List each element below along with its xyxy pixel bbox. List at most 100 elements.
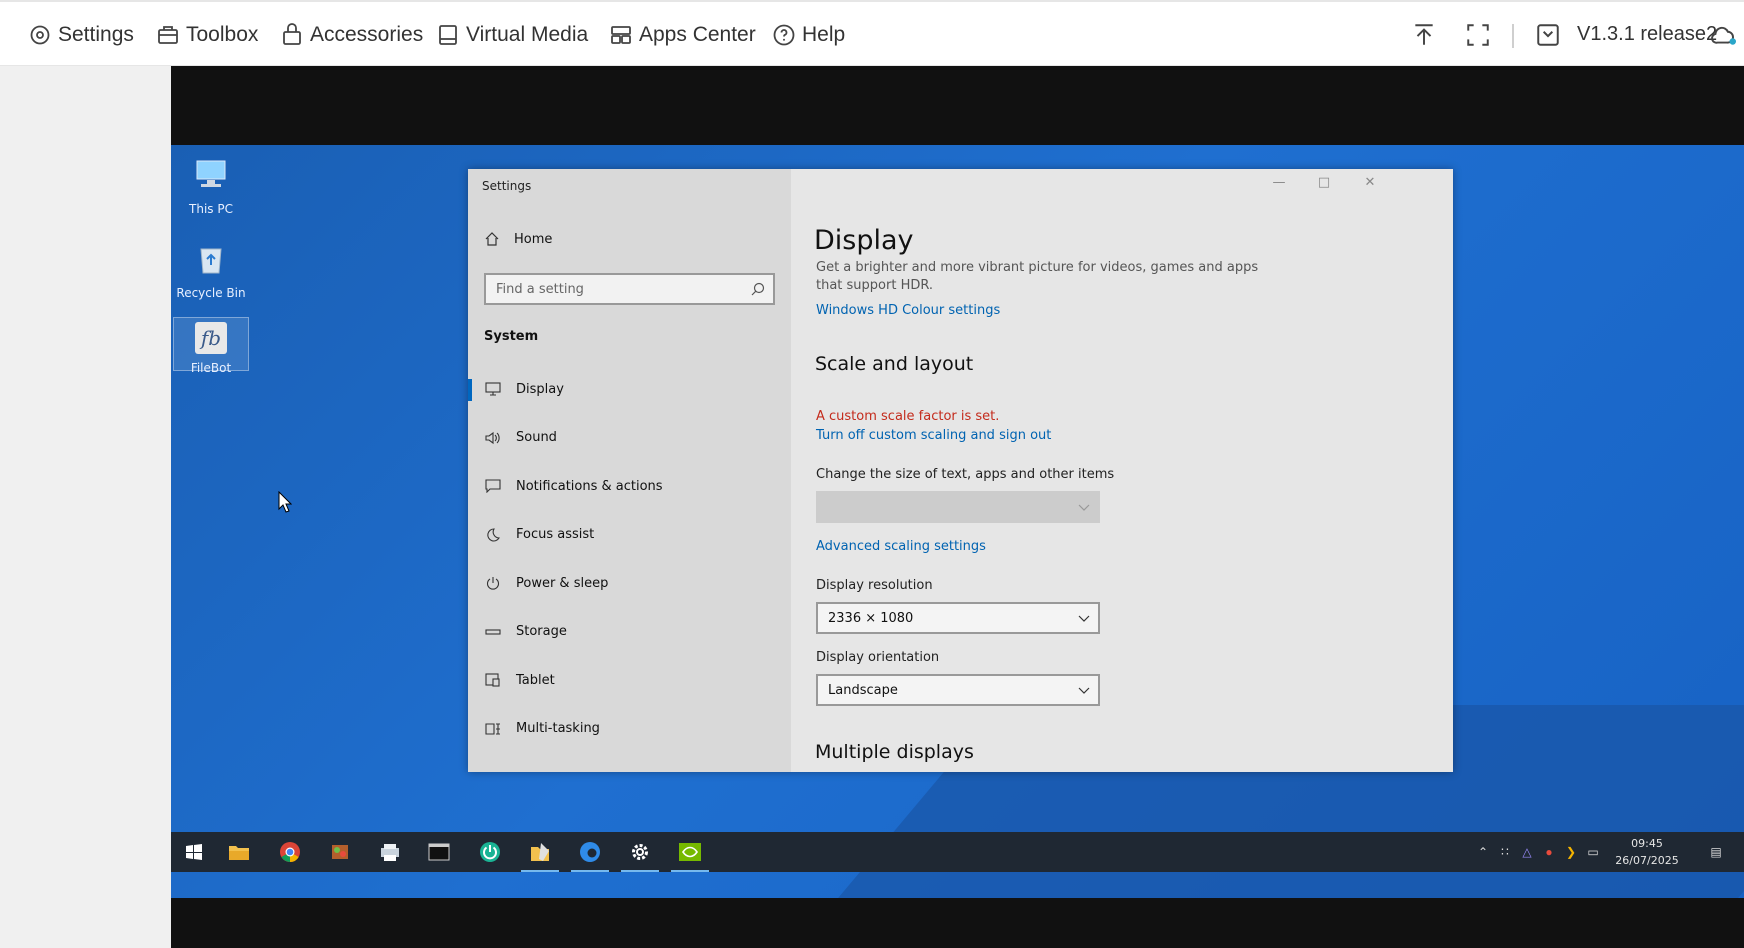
taskbar-chrome[interactable] [267,832,313,872]
advanced-scaling-link[interactable]: Advanced scaling settings [816,539,986,554]
tray-grid-icon[interactable]: ∷ [1495,832,1515,872]
nav-item-notifications[interactable]: Notifications & actions [468,462,791,511]
minimize-button[interactable]: — [1264,175,1294,193]
taskbar-power-app[interactable] [467,832,513,872]
taskbar-edge[interactable] [567,832,613,872]
search-icon [751,282,765,296]
nav-item-label: Tablet [516,672,555,688]
virtual-media-icon [439,25,457,45]
taskbar-file-explorer[interactable] [216,832,262,872]
settings-window[interactable]: Settings Home Find a setting System Disp… [468,169,1453,772]
settings-nav-list: Display Sound Notifications & actions Fo… [468,365,791,753]
taskbar-terminal[interactable] [416,832,462,872]
settings-search-input[interactable]: Find a setting [484,273,775,305]
menu-settings[interactable]: Settings [28,20,134,50]
nav-item-label: Power & sleep [516,575,609,591]
clock-time: 09:45 [1631,837,1663,850]
toolbar-divider [1512,24,1514,48]
sound-icon [485,431,500,444]
taskbar-app-1[interactable] [317,832,363,872]
maximize-button[interactable]: □ [1309,175,1339,193]
nvidia-icon [679,843,701,861]
nav-item-tablet[interactable]: Tablet [468,656,791,705]
version-label: V1.3.1 release2 [1577,23,1718,45]
upload-icon[interactable] [1411,22,1437,48]
resolution-label: Display resolution [816,578,933,593]
this-pc-label: This PC [189,202,233,216]
desktop-icon-recycle-bin[interactable]: Recycle Bin [173,239,249,300]
nav-item-focus-assist[interactable]: Focus assist [468,511,791,560]
taskbar-settings[interactable] [617,832,663,872]
turn-off-scaling-link[interactable]: Turn off custom scaling and sign out [816,428,1051,443]
menu-virtual-media[interactable]: Virtual Media [436,20,588,50]
resolution-dropdown[interactable]: 2336 × 1080 [816,602,1100,634]
scale-dropdown[interactable] [816,491,1100,523]
filebot-app-icon [531,843,549,861]
taskbar-clock[interactable]: 09:45 26/07/2025 [1607,835,1687,869]
settings-nav-pane: Settings Home Find a setting System Disp… [468,169,791,772]
notifications-icon [485,479,501,494]
taskbar-printer[interactable] [367,832,413,872]
edge-icon [580,842,600,862]
tablet-icon [485,673,500,687]
help-icon [773,24,795,46]
nav-item-display[interactable]: Display [468,365,791,414]
power-icon [486,577,500,590]
desktop-icon-filebot[interactable]: fb FileBot [173,317,249,375]
taskbar-filebot[interactable] [517,832,563,872]
desktop-icon-this-pc[interactable]: This PC [173,155,249,216]
orientation-dropdown[interactable]: Landscape [816,674,1100,706]
nav-home[interactable]: Home [484,231,552,247]
orientation-label: Display orientation [816,650,940,665]
tray-flame-icon[interactable]: ● [1539,832,1559,872]
menu-accessories[interactable]: Accessories [280,20,423,50]
power-app-icon [480,842,500,862]
nav-item-power-sleep[interactable]: Power & sleep [468,559,791,608]
app-icon [332,845,348,859]
page-title: Display [814,225,914,256]
menu-help[interactable]: Help [772,20,845,50]
cloud-icon[interactable] [1708,22,1738,48]
recycle-bin-icon [200,248,222,274]
orientation-value: Landscape [828,682,898,698]
menu-help-label: Help [802,23,846,46]
moon-icon [487,528,500,542]
notification-center-icon[interactable]: ▤ [1701,832,1731,872]
menu-apps-center[interactable]: Apps Center [609,20,756,50]
display-icon [485,382,501,396]
start-button[interactable] [171,832,217,872]
tray-drive-icon[interactable]: △ [1517,832,1537,872]
nav-item-label: Storage [516,624,567,640]
window-title: Settings [482,179,532,193]
terminal-icon [428,843,450,861]
remote-screen[interactable]: This PC Recycle Bin fb FileBot Settings … [171,66,1744,948]
filebot-icon: fb [195,322,227,354]
clock-date: 26/07/2025 [1615,854,1679,867]
nav-item-storage[interactable]: Storage [468,608,791,657]
file-explorer-icon [229,846,249,860]
recycle-bin-label: Recycle Bin [176,286,246,300]
nav-item-label: Focus assist [516,527,595,543]
nav-item-multitasking[interactable]: Multi-tasking [468,705,791,754]
fullscreen-icon[interactable] [1465,22,1491,48]
resolution-value: 2336 × 1080 [828,610,914,626]
tray-arrow-icon[interactable]: ❯ [1561,832,1581,872]
nav-item-sound[interactable]: Sound [468,414,791,463]
tray-chevron-up-icon[interactable]: ⌃ [1473,832,1493,872]
settings-content-pane: — □ ✕ Display Get a brighter and more vi… [791,169,1453,772]
close-button[interactable]: ✕ [1355,175,1385,193]
menu-virtual-media-label: Virtual Media [466,23,589,46]
menu-accessories-label: Accessories [310,23,424,46]
hd-colour-settings-link[interactable]: Windows HD Colour settings [816,303,1000,318]
storage-icon [485,629,501,635]
taskbar-nvidia[interactable] [667,832,713,872]
nav-item-label: Multi-tasking [516,721,600,737]
start-icon [186,844,202,860]
menu-settings-label: Settings [58,23,134,46]
tray-network-icon[interactable]: ▭ [1583,832,1603,872]
chevron-down-icon [1078,615,1090,622]
menu-toolbox[interactable]: Toolbox [156,20,258,50]
windows-desktop[interactable]: This PC Recycle Bin fb FileBot Settings … [171,145,1744,898]
filebot-label: FileBot [190,361,232,375]
version-check-icon[interactable] [1535,22,1561,48]
